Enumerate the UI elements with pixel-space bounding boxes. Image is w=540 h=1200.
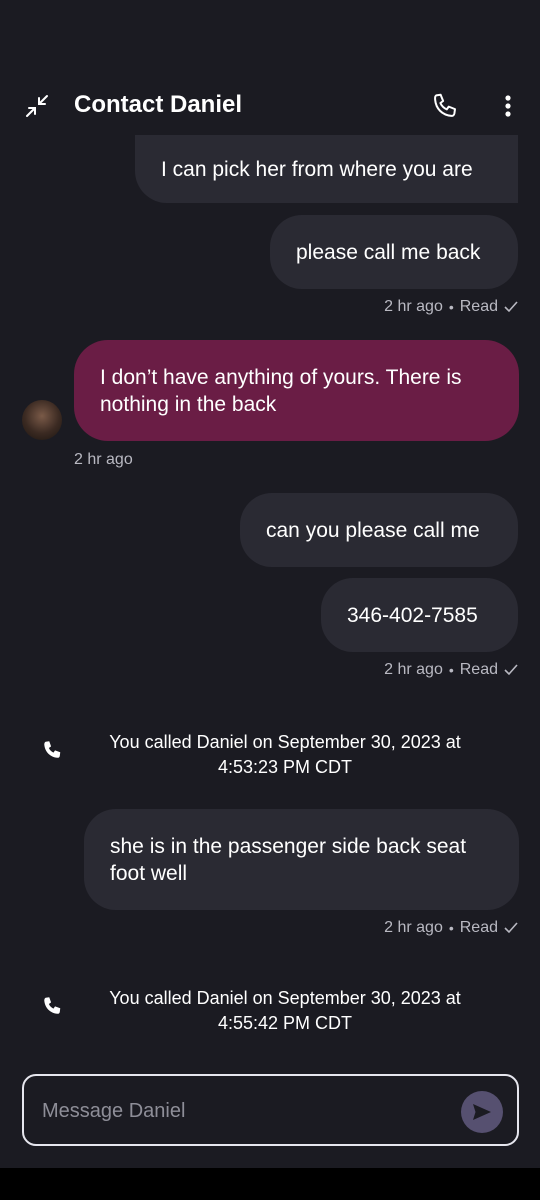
collapse-arrows-icon[interactable]	[22, 91, 52, 121]
message-text: I don’t have anything of yours. There is…	[100, 365, 462, 416]
checkmark-icon	[504, 922, 518, 934]
phone-call-icon	[38, 736, 66, 764]
message-bubble-outgoing[interactable]: can you please call me	[240, 493, 518, 567]
message-status: 2 hr ago • Read	[384, 298, 518, 316]
read-status: Read	[459, 298, 498, 315]
message-time: 2 hr ago	[384, 298, 443, 315]
message-text: I can pick her from where you are	[161, 157, 473, 181]
phone-icon[interactable]	[428, 89, 462, 123]
message-input[interactable]	[42, 1096, 442, 1126]
more-vertical-icon[interactable]	[496, 89, 520, 123]
message-time: 2 hr ago	[384, 661, 443, 678]
message-bubble-outgoing[interactable]: I can pick her from where you are	[135, 135, 518, 203]
message-status: 2 hr ago • Read	[384, 661, 518, 679]
separator-dot: •	[448, 662, 454, 678]
message-bubble-outgoing[interactable]: 346-402-7585	[321, 578, 518, 652]
message-bubble-incoming[interactable]: I don’t have anything of yours. There is…	[74, 340, 519, 441]
message-time: 2 hr ago	[74, 451, 133, 468]
message-text: she is in the passenger side back seat f…	[110, 834, 467, 885]
message-time: 2 hr ago	[384, 919, 443, 936]
checkmark-icon	[504, 664, 518, 676]
separator-dot: •	[448, 920, 454, 936]
message-status: 2 hr ago • Read	[384, 919, 518, 937]
read-status: Read	[459, 661, 498, 678]
read-status: Read	[459, 919, 498, 936]
page-title: Contact Daniel	[74, 91, 243, 118]
system-nav-bar	[0, 1168, 540, 1200]
message-bubble-outgoing[interactable]: she is in the passenger side back seat f…	[84, 809, 519, 910]
message-composer	[22, 1074, 519, 1146]
message-text: please call me back	[296, 240, 481, 264]
avatar[interactable]	[22, 400, 62, 440]
checkmark-icon	[504, 301, 518, 313]
call-log-entry: You called Daniel on September 30, 2023 …	[0, 986, 540, 1036]
message-text: 346-402-7585	[347, 603, 478, 627]
call-log-text: You called Daniel on September 30, 2023 …	[109, 988, 461, 1033]
message-text: can you please call me	[266, 518, 480, 542]
separator-dot: •	[448, 299, 454, 315]
send-icon[interactable]	[461, 1091, 503, 1133]
call-log-text: You called Daniel on September 30, 2023 …	[109, 732, 461, 777]
phone-call-icon	[38, 992, 66, 1020]
conversation-header: Contact Daniel	[0, 75, 540, 135]
message-bubble-outgoing[interactable]: please call me back	[270, 215, 518, 289]
call-log-entry: You called Daniel on September 30, 2023 …	[0, 730, 540, 780]
